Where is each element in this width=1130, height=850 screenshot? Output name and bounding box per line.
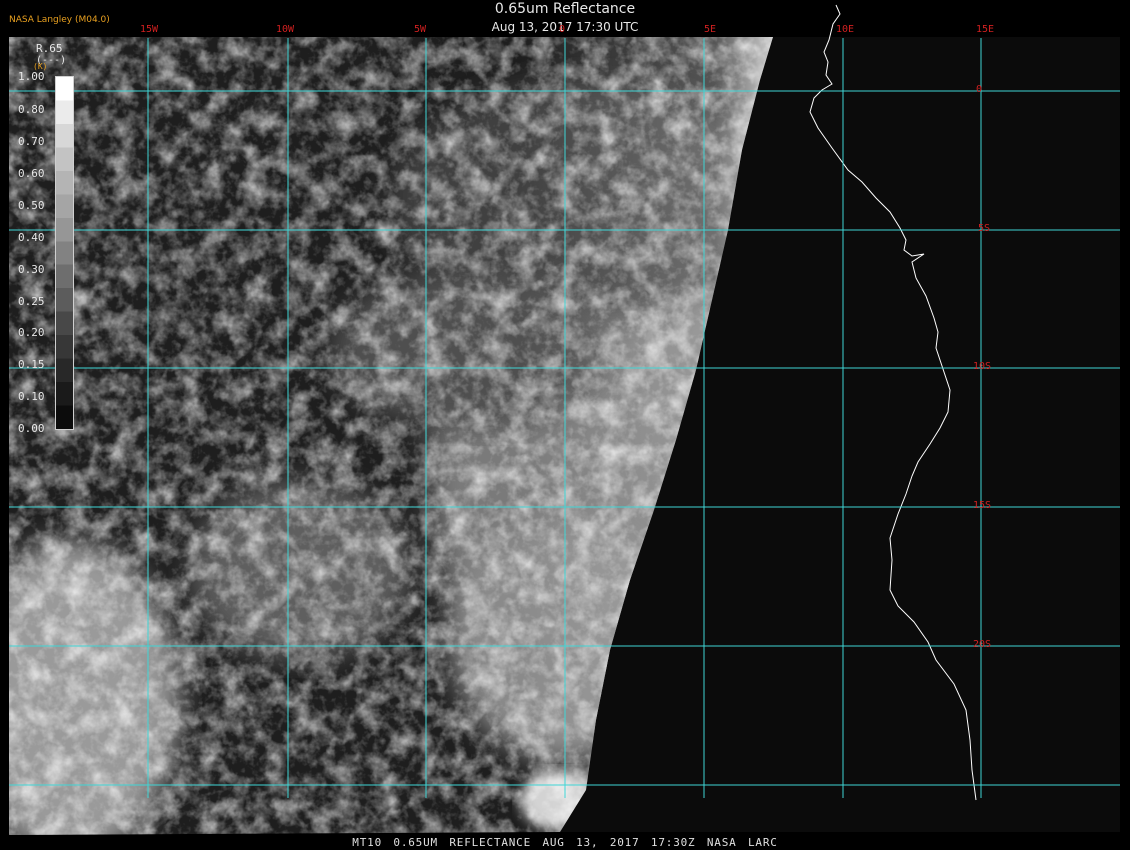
legend-colorbar: [55, 76, 74, 430]
image-title: 0.65um Reflectance: [494, 1, 636, 17]
legend-tick: 0.80: [18, 103, 45, 116]
lon-label-15w: 15W: [140, 24, 159, 35]
legend-tick: 0.10: [18, 390, 45, 403]
lat-label-0: 0: [976, 84, 983, 95]
legend-tick: 0.40: [18, 231, 45, 244]
footer-caption: MT10 0.65UM REFLECTANCE AUG 13, 2017 17:…: [352, 836, 778, 849]
lon-label-10w: 10W: [276, 24, 295, 35]
lat-label-15s: 15S: [973, 500, 992, 511]
lon-label-10e: 10E: [836, 24, 855, 35]
lat-label-5s: 5S: [978, 223, 991, 234]
legend-tick: 0.60: [18, 167, 45, 180]
legend-variable: R.65: [36, 42, 63, 55]
legend-tick: 0.30: [18, 263, 45, 276]
lon-label-15e: 15E: [976, 24, 995, 35]
legend-tick: 0.20: [18, 326, 45, 339]
lon-label-5e: 5E: [704, 24, 717, 35]
lon-label-0: 0: [559, 24, 566, 35]
legend-tick: 1.00: [18, 70, 45, 83]
reflectance-map: [0, 0, 1130, 850]
satellite-image-viewer: NASA Langley (M04.0) 0.65um Reflectance …: [0, 0, 1130, 850]
legend-tick: 0.15: [18, 358, 45, 371]
lon-label-5w: 5W: [414, 24, 427, 35]
legend-tick: 0.70: [18, 135, 45, 148]
legend-tick: 0.25: [18, 295, 45, 308]
lat-label-20s: 20S: [973, 639, 992, 650]
legend-tick: 0.50: [18, 199, 45, 212]
lat-label-10s: 10S: [973, 361, 992, 372]
legend-tick: 0.00: [18, 422, 45, 435]
